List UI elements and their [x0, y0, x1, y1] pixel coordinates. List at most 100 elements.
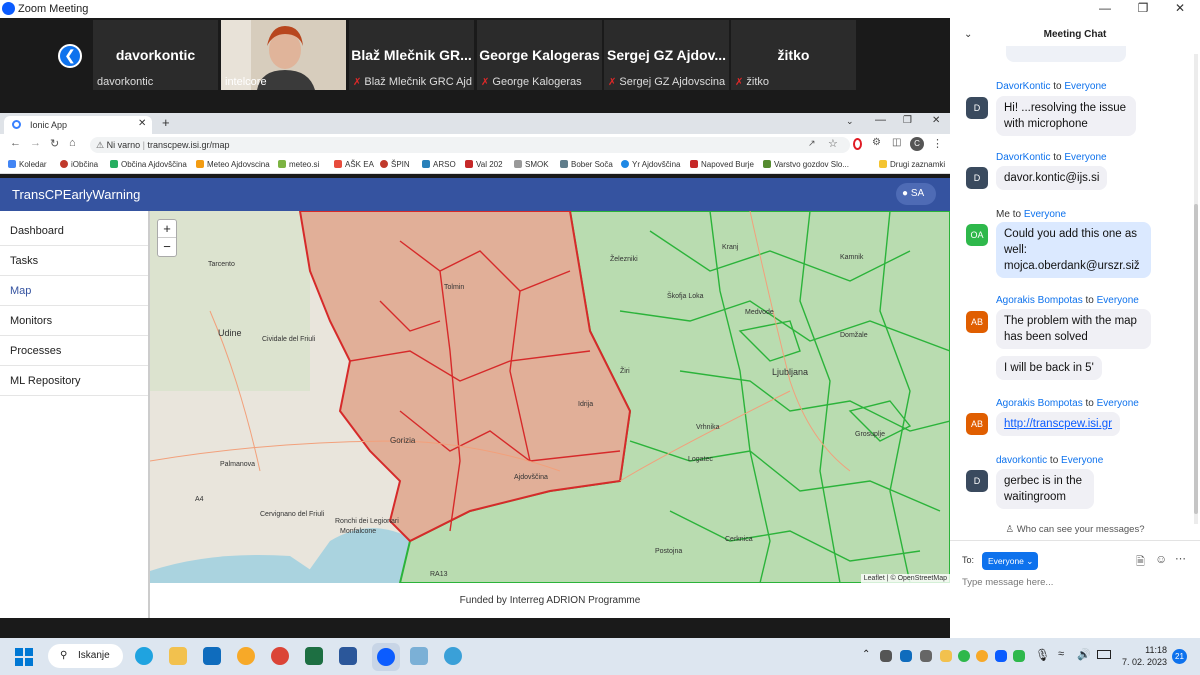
participant-tile[interactable]: žitko ✗ žitko [731, 20, 856, 90]
tray-icon[interactable] [995, 650, 1007, 662]
star-icon[interactable]: ☆ [828, 137, 838, 150]
minimize-icon[interactable]: — [1095, 1, 1115, 15]
extensions-icon[interactable]: ⚙ [872, 137, 881, 148]
tray-icon[interactable] [976, 650, 988, 662]
chrome-icon[interactable] [271, 647, 289, 665]
taskbar-search[interactable]: ⚲ Iskanje [48, 644, 123, 668]
bookmark[interactable]: Varstvo gozdov Slo... [763, 160, 849, 169]
zoom-control: + − [157, 219, 177, 257]
new-tab-icon[interactable]: + [162, 115, 170, 130]
bookmark[interactable]: AŠK EA [334, 160, 374, 169]
bookmark[interactable]: Bober Soča [560, 160, 613, 169]
tray-icon[interactable] [940, 650, 952, 662]
outlook-icon[interactable] [203, 647, 221, 665]
opera-icon[interactable] [853, 138, 862, 150]
zoom-title-bar: Zoom Meeting — ❐ ✕ [0, 0, 1200, 18]
participant-tile[interactable]: Blaž Mlečnik GR... ✗ Blaž Mlečnik GRC Ajd… [349, 20, 474, 90]
windows-start-icon[interactable] [15, 648, 33, 666]
chat-link[interactable]: http://transcpew.isi.gr [996, 412, 1121, 436]
bookmark[interactable]: Val 202 [465, 160, 503, 169]
emoji-icon[interactable]: ☺ [1155, 552, 1167, 566]
visibility-link[interactable]: ♙ Who can see your messages? [950, 524, 1200, 535]
microphone-icon[interactable]: 🎙 [1035, 648, 1050, 662]
more-icon[interactable]: ⋯ [1175, 552, 1186, 565]
app-icon[interactable] [410, 647, 428, 665]
app-icon[interactable] [444, 647, 462, 665]
nav-ml-repository[interactable]: ML Repository [0, 366, 148, 396]
minimize-icon[interactable]: — [875, 114, 886, 126]
restore-icon[interactable]: ❐ [903, 115, 912, 126]
bookmark[interactable]: Napoved Burje [690, 160, 754, 169]
recipient-dropdown[interactable]: Everyone ⌄ [982, 552, 1038, 570]
nav-monitors[interactable]: Monitors [0, 306, 148, 336]
participant-tile[interactable]: George Kalogeras ✗ George Kalogeras [477, 20, 602, 90]
nav-tasks[interactable]: Tasks [0, 246, 148, 276]
muted-mic-icon: ✗ [481, 77, 490, 88]
file-explorer-icon[interactable] [169, 647, 187, 665]
home-icon[interactable]: ⌂ [69, 137, 76, 149]
tray-icon[interactable] [1013, 650, 1025, 662]
map-label: Gorizia [390, 436, 416, 445]
bookmark[interactable]: iObčina [60, 160, 98, 169]
word-icon[interactable] [339, 647, 357, 665]
reload-icon[interactable]: ↻ [50, 137, 59, 150]
map-view[interactable]: Tarcento Udine Cividale del Friuli Goriz… [150, 211, 950, 583]
bookmark[interactable]: meteo.si [278, 160, 319, 169]
volume-icon[interactable]: 🔊 [1077, 648, 1091, 661]
menu-icon[interactable]: ⋮ [932, 137, 943, 150]
zoom-taskbar-button[interactable] [372, 643, 400, 671]
participant-tile[interactable]: Sergej GZ Ajdov... ✗ Sergej GZ Ajdovscina [604, 20, 729, 90]
tray-icon[interactable] [900, 650, 912, 662]
chevron-up-icon[interactable]: ⌃ [862, 649, 870, 660]
back-icon[interactable]: ← [10, 137, 21, 149]
wifi-icon[interactable]: ≈ [1058, 648, 1064, 660]
bookmark[interactable]: SMOK [514, 160, 549, 169]
zoom-in-button[interactable]: + [158, 220, 176, 238]
restore-icon[interactable]: ❐ [1133, 1, 1153, 15]
previous-page-icon[interactable]: ❮ [58, 44, 82, 68]
share-icon[interactable]: ↗ [808, 138, 816, 149]
excel-icon[interactable] [305, 647, 323, 665]
notification-badge[interactable]: 21 [1172, 649, 1187, 664]
edge-icon[interactable] [135, 647, 153, 665]
sidebar-icon[interactable]: ◫ [892, 137, 901, 148]
chat-scrollbar[interactable] [1194, 54, 1198, 524]
file-icon[interactable]: 🗎 [1136, 553, 1145, 572]
bookmark[interactable]: ŠPIN [380, 160, 410, 169]
message-input[interactable]: Type message here... [962, 577, 1053, 588]
close-icon[interactable]: ✕ [932, 115, 940, 126]
zoom-out-button[interactable]: − [158, 238, 176, 256]
user-initials: SA [910, 188, 925, 199]
bookmark[interactable]: ARSO [422, 160, 456, 169]
tray-icon[interactable] [920, 650, 932, 662]
profile-avatar[interactable]: C [910, 137, 924, 151]
bookmark[interactable]: Meteo Ajdovscina [196, 160, 270, 169]
sender-avatar: D [966, 470, 988, 492]
nav-dashboard[interactable]: Dashboard [0, 216, 148, 246]
participant-video-tile[interactable]: intelcore [221, 20, 346, 90]
user-menu[interactable]: ● SA [896, 183, 936, 205]
browser-tab[interactable]: Ionic App ✕ [4, 116, 152, 134]
url-field[interactable]: ⚠ Ni varno | transcpew.isi.gr/map [90, 137, 850, 153]
nav-map[interactable]: Map [0, 276, 148, 306]
tab-search-icon[interactable]: ⌄ [846, 116, 854, 127]
bookmark[interactable]: Koledar [8, 160, 47, 169]
bookmark[interactable]: Občina Ajdovščina [110, 160, 187, 169]
sender-avatar: OA [966, 224, 988, 246]
close-tab-icon[interactable]: ✕ [138, 118, 146, 129]
chat-message: Hi! ...resolving the issue with micropho… [996, 96, 1136, 136]
clock[interactable]: 11:18 7. 02. 2023 [1120, 644, 1167, 668]
tray-icon[interactable] [880, 650, 892, 662]
participant-tile[interactable]: davorkontic davorkontic [93, 20, 218, 90]
battery-icon[interactable] [1097, 650, 1111, 659]
bookmark[interactable]: Yr Ajdovščina [621, 160, 680, 169]
map-label: Palmanova [220, 461, 255, 468]
bookmark-folder[interactable]: Drugi zaznamki [879, 160, 945, 169]
tray-icon[interactable] [958, 650, 970, 662]
pdf-viewer-icon[interactable] [237, 647, 255, 665]
date: 7. 02. 2023 [1121, 657, 1167, 667]
map-attribution[interactable]: Leaflet | © OpenStreetMap [860, 574, 950, 583]
nav-processes[interactable]: Processes [0, 336, 148, 366]
close-icon[interactable]: ✕ [1170, 1, 1190, 15]
forward-icon[interactable]: → [30, 137, 41, 149]
